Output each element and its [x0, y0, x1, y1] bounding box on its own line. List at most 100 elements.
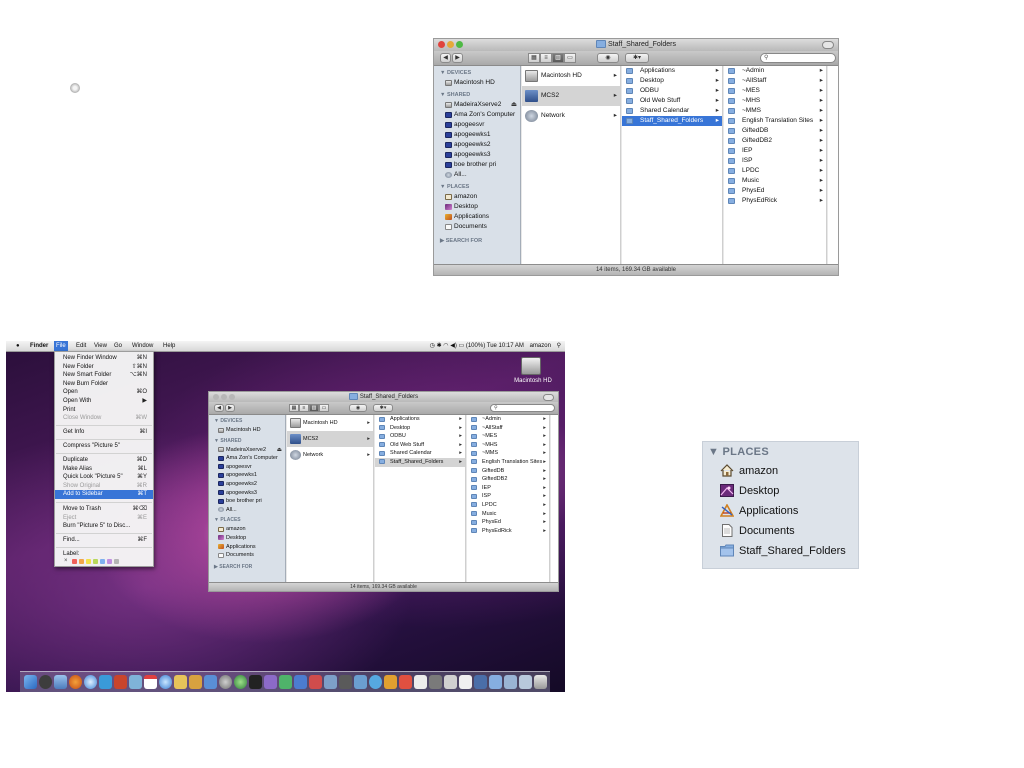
action-gear-button[interactable]: ✱▾: [625, 53, 649, 63]
firefox-dock-icon[interactable]: [69, 675, 82, 689]
wifi-icon[interactable]: ◠: [443, 343, 448, 349]
reader-dock-icon[interactable]: [309, 675, 322, 689]
column-item-physed[interactable]: PhysEd ▸: [724, 186, 826, 196]
column-item-admin[interactable]: ~Admin ▸: [724, 66, 826, 76]
spotlight-icon[interactable]: ⚲: [557, 343, 561, 349]
mail-dock-icon[interactable]: [54, 675, 67, 689]
stack-dock-icon[interactable]: [444, 675, 457, 689]
calendar-dock-icon[interactable]: [144, 675, 157, 689]
column-item-applications[interactable]: Applications ▸: [622, 66, 722, 76]
utility-dock-icon[interactable]: [264, 675, 277, 689]
sidebar-item-apogeewks2[interactable]: apogeewks2: [434, 140, 520, 150]
column-item-gifteddb2[interactable]: GiftedDB2 ▸: [724, 136, 826, 146]
column-item-iep[interactable]: IEP ▸: [467, 484, 549, 493]
menu-item-add-to-sidebar[interactable]: Add to Sidebar ⌘T: [55, 490, 153, 499]
trash-dock-icon[interactable]: [534, 675, 547, 689]
menu-item-compress[interactable]: Compress "Picture 5": [55, 442, 153, 451]
volume-icon[interactable]: ◀): [450, 343, 457, 349]
tools-dock-icon[interactable]: [429, 675, 442, 689]
column-item-gifteddb2[interactable]: GiftedDB2 ▸: [467, 475, 549, 484]
sidebar-item-all[interactable]: All...: [209, 506, 285, 515]
sidebar-header-places[interactable]: ▼ PLACES: [209, 516, 285, 525]
maps-dock-icon[interactable]: [279, 675, 292, 689]
menu-item-open-with[interactable]: Open With ▶: [55, 397, 153, 406]
column-item-desktop[interactable]: Desktop ▸: [375, 424, 465, 433]
column-item-physedrick[interactable]: PhysEdRick ▸: [724, 196, 826, 206]
monitor-dock-icon[interactable]: [474, 675, 487, 689]
document-dock-icon[interactable]: [414, 675, 427, 689]
clock[interactable]: Tue 10:17 AM: [487, 343, 524, 349]
icon-view-button[interactable]: ▦: [289, 404, 299, 412]
column-item-isp[interactable]: ISP ▸: [724, 156, 826, 166]
editor-dock-icon[interactable]: [294, 675, 307, 689]
label-orange-swatch[interactable]: [79, 559, 84, 564]
column-item-allstaff[interactable]: ~AllStaff ▸: [724, 76, 826, 86]
column-item-shared-calendar[interactable]: Shared Calendar ▸: [375, 449, 465, 458]
bluetooth-icon[interactable]: ✱: [437, 343, 442, 349]
sidebar-item-applications[interactable]: Applications: [209, 543, 285, 552]
menu-item-new-smart-folder[interactable]: New Smart Folder ⌥⌘N: [55, 371, 153, 380]
pencil-dock-icon[interactable]: [189, 675, 202, 689]
eject-icon[interactable]: ⏏: [277, 446, 282, 455]
title-bar[interactable]: Staff_Shared_Folders: [434, 39, 838, 51]
sidebar-item-boe-brother-pri[interactable]: boe brother pri: [209, 497, 285, 506]
sidebar-header-devices[interactable]: ▼ DEVICES: [209, 417, 285, 426]
sidebar-header-devices[interactable]: ▼ DEVICES: [434, 68, 520, 78]
sidebar-item-macintosh-hd[interactable]: Macintosh HD: [434, 78, 520, 88]
menu-file[interactable]: File: [54, 341, 68, 351]
chat-dock-icon[interactable]: [99, 675, 112, 689]
list-view-button[interactable]: ≡: [540, 53, 552, 63]
menu-item-quick-look[interactable]: Quick Look "Picture 5" ⌘Y: [55, 473, 153, 482]
dashboard-dock-icon[interactable]: [39, 675, 52, 689]
sidebar-item-macintosh-hd[interactable]: Macintosh HD: [209, 426, 285, 435]
eject-icon[interactable]: ⏏: [511, 100, 517, 110]
sidebar-item-documents[interactable]: Documents: [209, 551, 285, 560]
column-item-mms[interactable]: ~MMS ▸: [467, 449, 549, 458]
folder-dock-icon[interactable]: [489, 675, 502, 689]
sidebar-item-all[interactable]: All...: [434, 170, 520, 180]
messages-dock-icon[interactable]: [369, 675, 382, 689]
column-item-network[interactable]: Network ▸: [287, 447, 373, 463]
menu-item-move-to-trash[interactable]: Move to Trash ⌘⌫: [55, 505, 153, 514]
column-item-physedrick[interactable]: PhysEdRick ▸: [467, 527, 549, 536]
sidebar-item-applications[interactable]: Applications: [434, 212, 520, 222]
column-item-macintosh-hd[interactable]: Macintosh HD ▸: [287, 415, 373, 431]
menu-item-find[interactable]: Find... ⌘F: [55, 536, 153, 545]
downloads-dock-icon[interactable]: [384, 675, 397, 689]
sidebar-item-desktop[interactable]: Desktop: [209, 534, 285, 543]
column-item-admin[interactable]: ~Admin ▸: [467, 415, 549, 424]
sidebar-item-apogeewks3[interactable]: apogeewks3: [209, 489, 285, 498]
toolbar-toggle-button[interactable]: [543, 394, 554, 401]
terminal-dock-icon[interactable]: [249, 675, 262, 689]
menu-item-new-burn-folder[interactable]: New Burn Folder: [55, 380, 153, 389]
preview-dock-icon[interactable]: [174, 675, 187, 689]
quick-look-button[interactable]: ◉: [349, 404, 367, 412]
menu-finder[interactable]: Finder: [28, 341, 50, 351]
column-item-music[interactable]: Music ▸: [724, 176, 826, 186]
forward-button[interactable]: ▶: [225, 404, 235, 412]
battery-icon[interactable]: ▭: [459, 343, 465, 349]
applications-dock-icon[interactable]: [504, 675, 517, 689]
column-item-old-web-stuff[interactable]: Old Web Stuff ▸: [375, 441, 465, 450]
action-gear-button[interactable]: ✱▾: [373, 404, 393, 412]
menu-item-print[interactable]: Print: [55, 406, 153, 415]
sidebar-header-shared[interactable]: ▼ SHARED: [209, 437, 285, 446]
title-bar[interactable]: Staff_Shared_Folders: [209, 392, 558, 402]
back-button[interactable]: ◀: [440, 53, 451, 63]
column-item-mes[interactable]: ~MES ▸: [467, 432, 549, 441]
label-gray-swatch[interactable]: [114, 559, 119, 564]
photos-dock-icon[interactable]: [354, 675, 367, 689]
column-view-button[interactable]: ▥: [552, 53, 564, 63]
sidebar-item-apogeewks2[interactable]: apogeewks2: [209, 480, 285, 489]
sidebar-item-amazon[interactable]: amazon: [434, 192, 520, 202]
coverflow-view-button[interactable]: ▭: [564, 53, 576, 63]
sidebar-item-ama-zons-computer[interactable]: Ama Zon's Computer: [209, 454, 285, 463]
sidebar-item-apogeesvr[interactable]: apogeesvr: [209, 463, 285, 472]
menu-item-get-info[interactable]: Get Info ⌘I: [55, 428, 153, 437]
column-item-staff-shared-folders[interactable]: Staff_Shared_Folders ▸: [622, 116, 722, 126]
search-input[interactable]: ⚲: [490, 404, 555, 412]
column-item-mcs2[interactable]: MCS2 ▸: [287, 431, 373, 447]
sidebar-item-desktop[interactable]: Desktop: [434, 202, 520, 212]
sidebar-header-places[interactable]: ▼ PLACES: [434, 182, 520, 192]
sidebar-item-madeiraxserve2[interactable]: MadeiraXserve2 ⏏: [209, 446, 285, 455]
